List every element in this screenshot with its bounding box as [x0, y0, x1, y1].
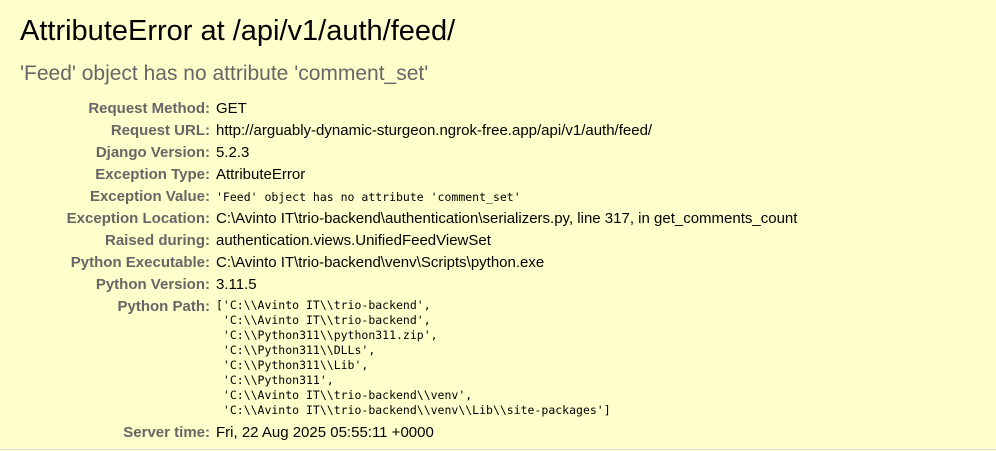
meta-row-raised-during: Raised during: authentication.views.Unif…: [20, 230, 797, 252]
python-path-line: 'C:\\Python311\\DLLs',: [216, 343, 376, 357]
meta-value: ['C:\\Avinto IT\\trio-backend', 'C:\\Avi…: [216, 296, 797, 422]
meta-value: Fri, 22 Aug 2025 05:55:11 +0000: [216, 424, 434, 441]
meta-row-request-url: Request URL: http://arguably-dynamic-stu…: [20, 120, 797, 142]
error-summary: AttributeError at /api/v1/auth/feed/ 'Fe…: [0, 0, 996, 450]
meta-value: C:\Avinto IT\trio-backend\venv\Scripts\p…: [216, 254, 545, 271]
meta-value: AttributeError: [216, 166, 306, 183]
meta-label: Exception Location:: [66, 210, 210, 227]
meta-row-django-version: Django Version: 5.2.3: [20, 142, 797, 164]
meta-label: Request URL:: [110, 122, 210, 139]
meta-row-exception-location: Exception Location: C:\Avinto IT\trio-ba…: [20, 208, 798, 230]
python-path-line: 'C:\\Python311\\python311.zip',: [216, 328, 438, 342]
meta-label: Python Executable:: [70, 254, 210, 271]
meta-value: 5.2.3: [216, 144, 250, 161]
meta-row-python-executable: Python Executable: C:\Avinto IT\trio-bac…: [20, 252, 797, 274]
meta-value: authentication.views.UnifiedFeedViewSet: [216, 232, 491, 249]
meta-value: 3.11.5: [216, 276, 257, 293]
meta-label: Request Method:: [88, 100, 210, 117]
meta-label: Exception Type:: [95, 166, 210, 183]
request-meta-body: Request Method: GET Request URL: http://…: [20, 98, 798, 444]
exception-message: 'Feed' object has no attribute 'comment_…: [20, 62, 429, 85]
meta-label: Python Path:: [117, 298, 211, 315]
meta-label: Server time:: [123, 424, 210, 441]
page-title: AttributeError at /api/v1/auth/feed/: [20, 15, 456, 47]
python-path-line: 'C:\\Python311',: [216, 373, 334, 387]
python-path-line: 'C:\\Avinto IT\\trio-backend\\venv',: [216, 388, 473, 402]
meta-row-server-time: Server time: Fri, 22 Aug 2025 05:55:11 +…: [20, 422, 797, 444]
meta-row-exception-type: Exception Type: AttributeError: [20, 164, 797, 186]
meta-label: Raised during:: [104, 232, 210, 249]
python-path-list: ['C:\\Avinto IT\\trio-backend', 'C:\\Avi…: [216, 298, 797, 418]
python-path-line: ['C:\\Avinto IT\\trio-backend',: [216, 298, 431, 312]
meta-row-python-path: Python Path: ['C:\\Avinto IT\\trio-backe…: [20, 296, 797, 422]
meta-value: 'Feed' object has no attribute 'comment_…: [216, 186, 797, 208]
meta-label: Python Version:: [95, 276, 210, 293]
python-path-line: 'C:\\Avinto IT\\trio-backend\\venv\\Lib\…: [216, 403, 611, 417]
meta-value: http://arguably-dynamic-sturgeon.ngrok-f…: [216, 122, 653, 139]
meta-row-python-version: Python Version: 3.11.5: [20, 274, 797, 296]
meta-row-request-method: Request Method: GET: [20, 98, 797, 120]
meta-label: Exception Value:: [89, 188, 210, 205]
meta-value: GET: [216, 100, 247, 117]
exception-value-code: 'Feed' object has no attribute 'comment_…: [216, 190, 521, 204]
meta-label: Django Version:: [95, 144, 210, 161]
meta-row-exception-value: Exception Value: 'Feed' object has no at…: [20, 186, 797, 208]
meta-value: C:\Avinto IT\trio-backend\authentication…: [216, 210, 798, 227]
request-meta-table: Request Method: GET Request URL: http://…: [20, 98, 798, 444]
python-path-line: 'C:\\Avinto IT\\trio-backend',: [216, 313, 431, 327]
python-path-line: 'C:\\Python311\\Lib',: [216, 358, 369, 372]
